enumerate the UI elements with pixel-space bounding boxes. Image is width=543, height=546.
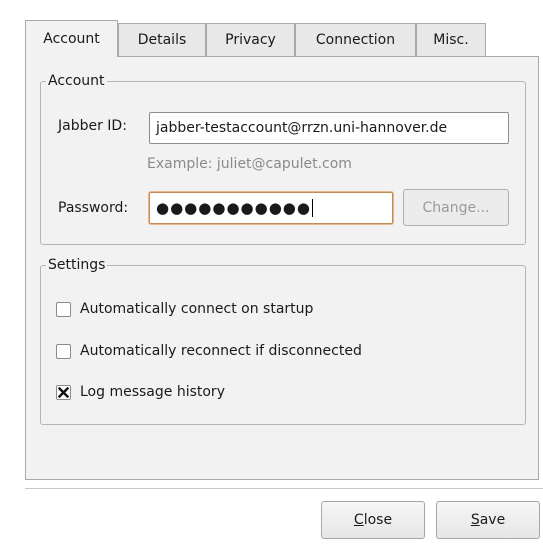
- tab-privacy[interactable]: Privacy: [206, 23, 295, 56]
- password-input[interactable]: ●●●●●●●●●●●: [149, 192, 393, 224]
- save-button[interactable]: Save: [436, 501, 540, 539]
- tab-connection-label: Connection: [315, 32, 396, 48]
- close-button-label: lose: [363, 512, 393, 528]
- text-caret: [311, 199, 313, 217]
- save-mnemonic: S: [470, 512, 480, 528]
- close-button[interactable]: Close: [321, 501, 425, 539]
- button-separator: [25, 488, 543, 490]
- jabber-id-value: jabber-testaccount@rrzn.uni-hannover.de: [156, 120, 448, 136]
- tab-misc-label: Misc.: [433, 32, 469, 48]
- change-password-button[interactable]: Change...: [403, 189, 509, 226]
- auto-connect-checkbox[interactable]: [56, 301, 71, 317]
- auto-reconnect-option[interactable]: Automatically reconnect if disconnected: [56, 343, 362, 359]
- password-label: Password:: [58, 200, 129, 216]
- account-frame-legend: Account: [46, 71, 107, 91]
- close-mnemonic: C: [353, 512, 364, 528]
- jabber-id-example-hint: Example: juliet@capulet.com: [147, 156, 352, 172]
- log-history-checkbox[interactable]: [56, 384, 71, 400]
- account-dialog: Account Details Privacy Connection Misc.…: [0, 0, 543, 546]
- tab-connection[interactable]: Connection: [295, 23, 416, 56]
- x-check-icon: [58, 386, 69, 398]
- tab-misc[interactable]: Misc.: [416, 23, 486, 56]
- auto-reconnect-label: Automatically reconnect if disconnected: [80, 343, 362, 359]
- tab-account[interactable]: Account: [25, 20, 118, 57]
- save-button-label: ave: [479, 512, 506, 528]
- settings-frame: Settings Automatically connect on startu…: [40, 255, 526, 425]
- auto-connect-option[interactable]: Automatically connect on startup: [56, 301, 313, 317]
- tab-account-label: Account: [43, 31, 100, 47]
- settings-frame-legend: Settings: [46, 255, 108, 275]
- auto-connect-label: Automatically connect on startup: [80, 301, 314, 317]
- account-frame: Account Jabber ID: jabber-testaccount@rr…: [40, 71, 526, 245]
- auto-reconnect-checkbox[interactable]: [56, 343, 71, 359]
- jabber-id-input[interactable]: jabber-testaccount@rrzn.uni-hannover.de: [149, 112, 509, 144]
- change-password-button-label: Change...: [422, 199, 490, 216]
- log-history-option[interactable]: Log message history: [56, 384, 225, 400]
- log-history-label: Log message history: [80, 384, 225, 400]
- account-tab-panel: Account Jabber ID: jabber-testaccount@rr…: [25, 56, 539, 480]
- password-mask: ●●●●●●●●●●●: [156, 199, 311, 217]
- tab-details-label: Details: [137, 32, 187, 48]
- tab-privacy-label: Privacy: [225, 32, 276, 48]
- jabber-id-label: Jabber ID:: [58, 118, 127, 134]
- tab-details[interactable]: Details: [118, 23, 206, 56]
